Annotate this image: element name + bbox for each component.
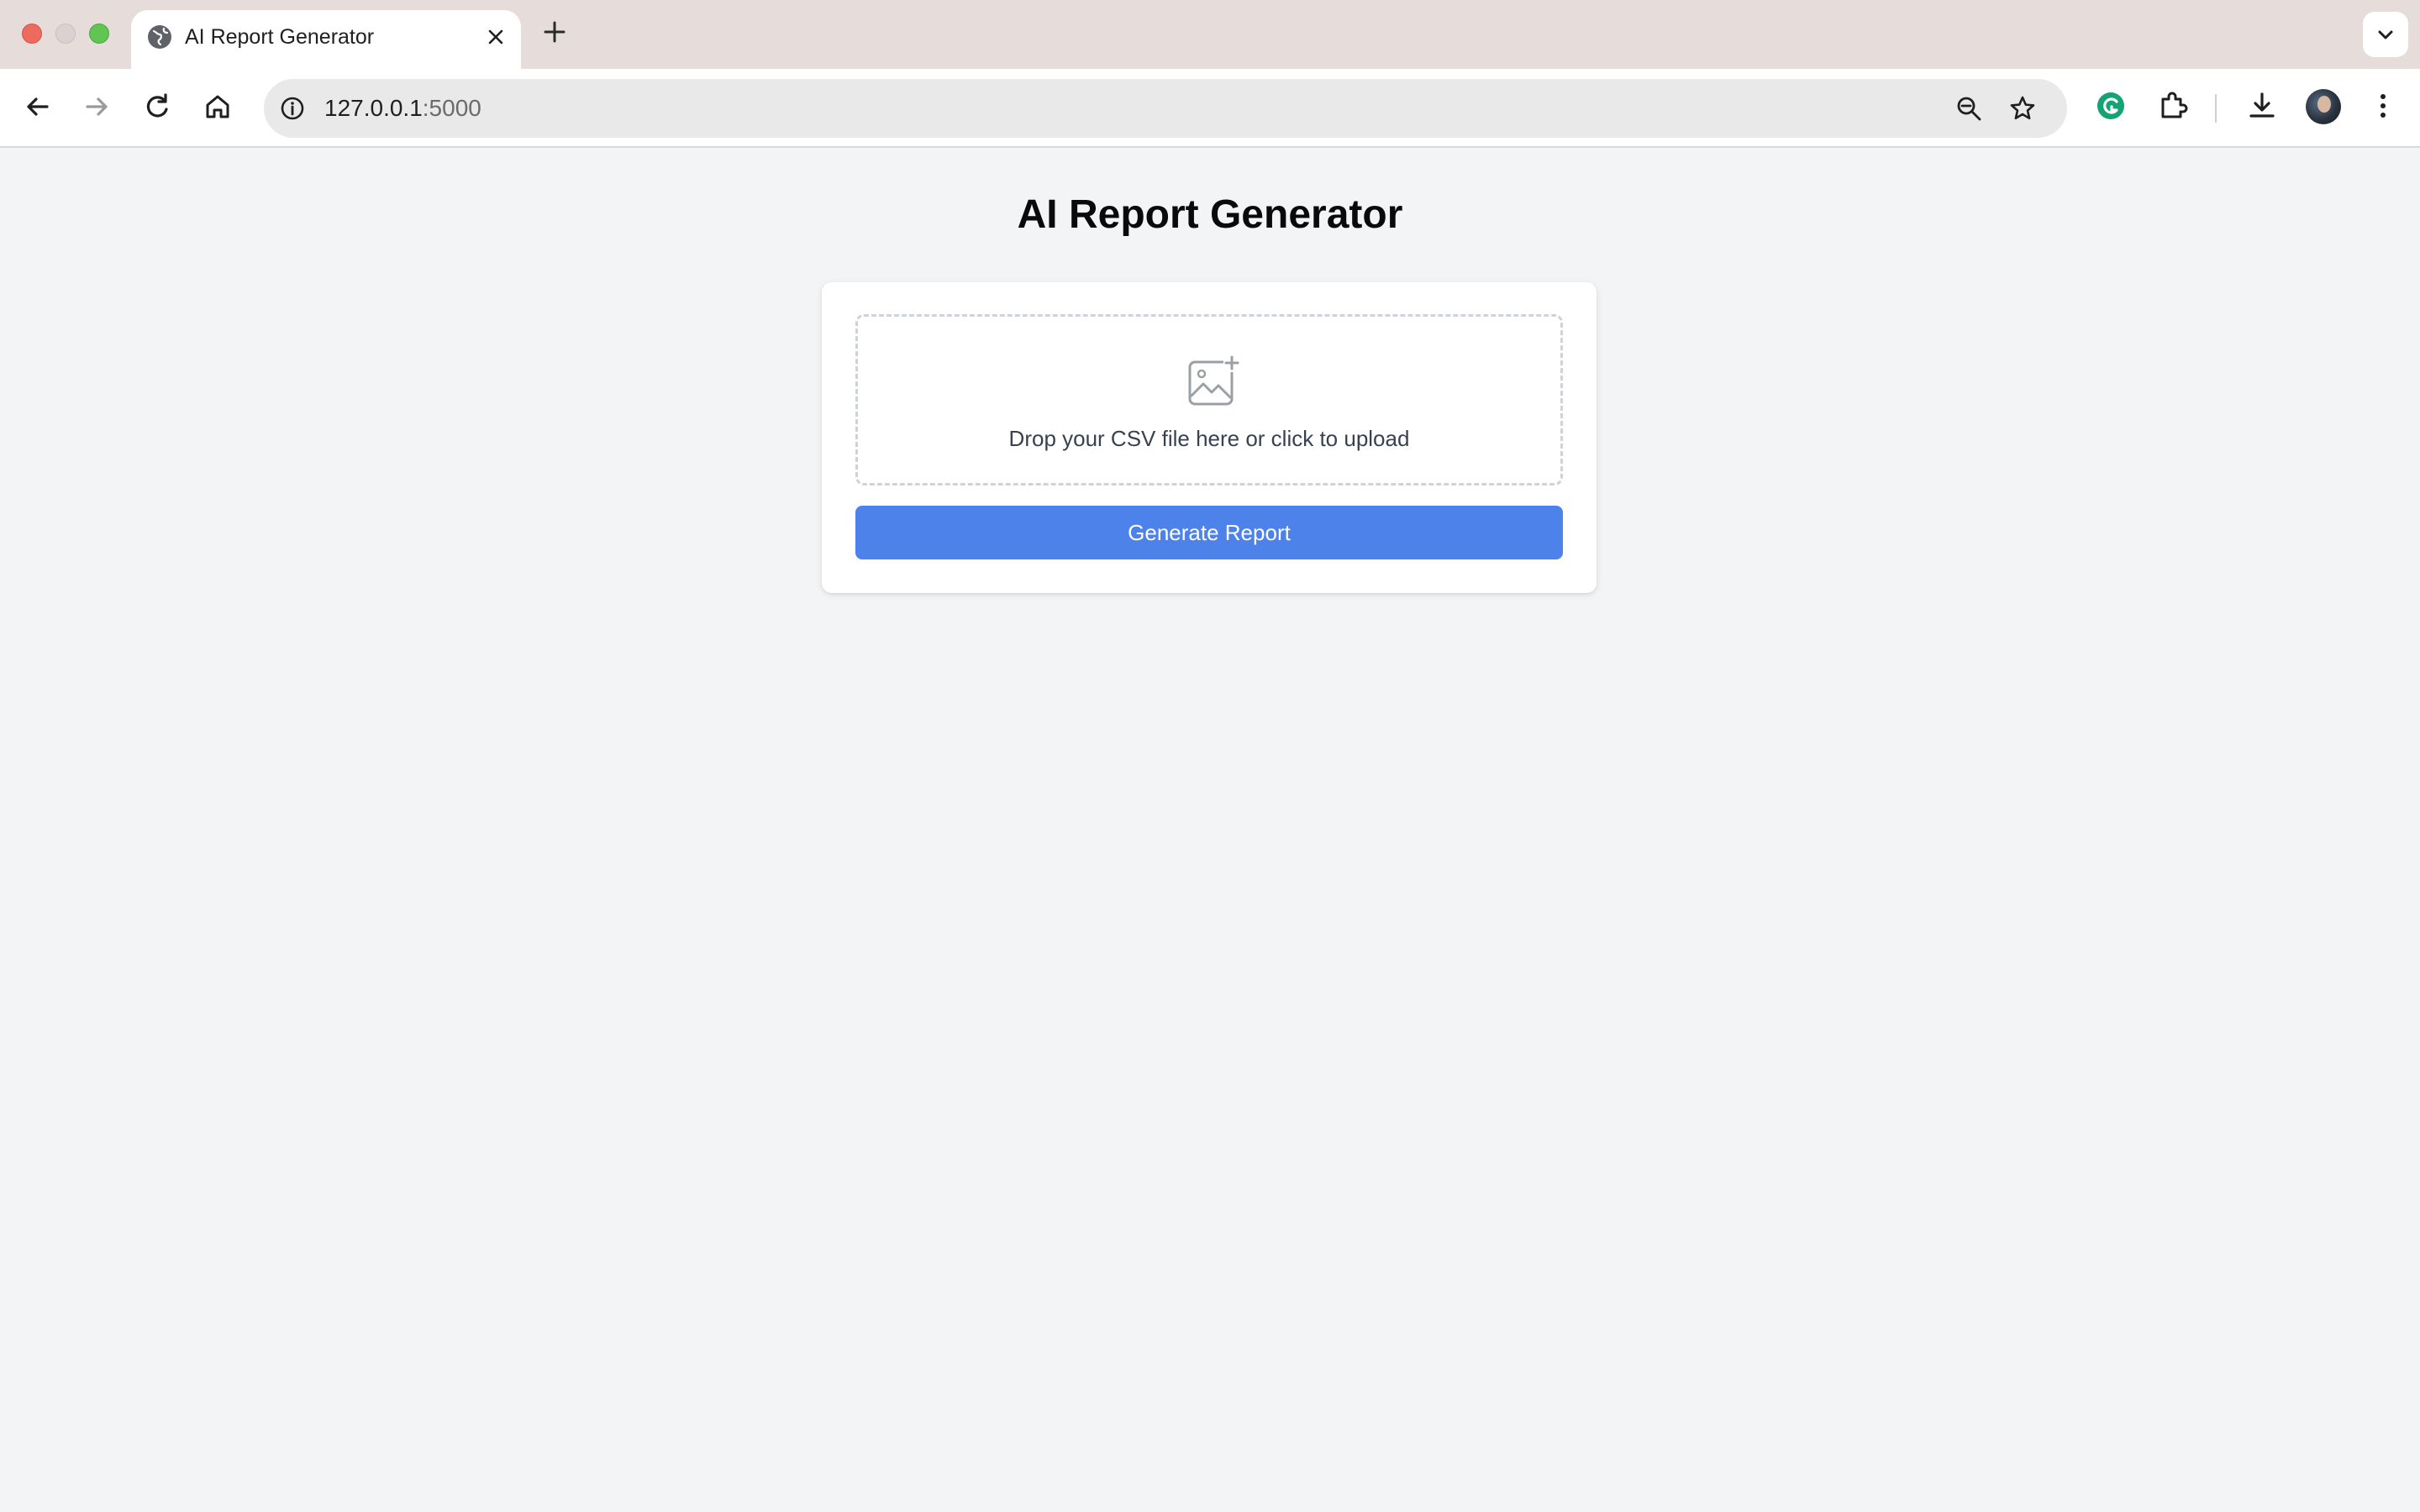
browser-menu-button[interactable] bbox=[2365, 87, 2402, 124]
tab-strip: AI Report Generator bbox=[0, 0, 2420, 69]
profile-avatar[interactable] bbox=[2306, 89, 2341, 124]
grammarly-extension-button[interactable] bbox=[2092, 87, 2129, 124]
arrow-left-icon bbox=[27, 97, 49, 116]
home-icon bbox=[206, 95, 229, 118]
grammarly-icon bbox=[2097, 92, 2124, 119]
page-content: AI Report Generator Drop your CSV file h… bbox=[0, 148, 2420, 1512]
browser-toolbar: 127.0.0.1:5000 bbox=[0, 69, 2420, 148]
toolbar-separator bbox=[2215, 94, 2217, 123]
reload-button[interactable] bbox=[139, 89, 175, 124]
address-bar[interactable]: 127.0.0.1:5000 bbox=[264, 79, 2067, 138]
url-text[interactable]: 127.0.0.1:5000 bbox=[324, 94, 481, 123]
chevron-down-icon bbox=[2378, 30, 2393, 39]
window-close-button[interactable] bbox=[22, 24, 42, 44]
arrow-right-icon bbox=[86, 97, 108, 116]
upload-card: Drop your CSV file here or click to uplo… bbox=[822, 282, 1597, 593]
download-icon bbox=[2249, 92, 2275, 118]
close-icon[interactable] bbox=[484, 25, 508, 49]
puzzle-icon bbox=[2161, 92, 2188, 118]
extensions-button[interactable] bbox=[2154, 87, 2191, 124]
url-host: 127.0.0.1 bbox=[324, 95, 423, 121]
globe-icon bbox=[148, 25, 171, 49]
reload-icon bbox=[146, 93, 168, 118]
dropzone-prompt: Drop your CSV file here or click to uplo… bbox=[1008, 426, 1410, 451]
tab-search-button[interactable] bbox=[2363, 12, 2408, 57]
forward-button[interactable] bbox=[79, 89, 114, 124]
kebab-menu-icon bbox=[2381, 94, 2386, 118]
page-title: AI Report Generator bbox=[1017, 192, 1403, 237]
image-add-icon bbox=[1188, 355, 1240, 406]
downloads-button[interactable] bbox=[2244, 87, 2281, 124]
info-icon[interactable] bbox=[279, 95, 306, 122]
csv-dropzone[interactable]: Drop your CSV file here or click to uplo… bbox=[855, 314, 1563, 486]
zoom-out-icon[interactable] bbox=[1954, 94, 1983, 123]
home-button[interactable] bbox=[200, 89, 235, 124]
browser-tab-active[interactable]: AI Report Generator bbox=[131, 10, 521, 69]
back-button[interactable] bbox=[20, 89, 55, 124]
tab-title: AI Report Generator bbox=[185, 25, 375, 49]
generate-report-button[interactable]: Generate Report bbox=[855, 506, 1563, 559]
window-minimize-button[interactable] bbox=[55, 24, 76, 44]
url-port: :5000 bbox=[422, 95, 481, 121]
star-icon[interactable] bbox=[2008, 94, 2037, 123]
new-tab-plus-icon[interactable] bbox=[541, 18, 568, 45]
window-zoom-button[interactable] bbox=[89, 24, 109, 44]
